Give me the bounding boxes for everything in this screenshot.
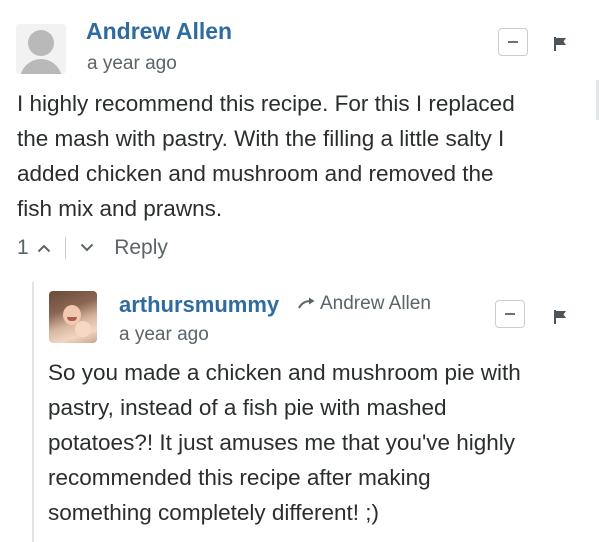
avatar-head-shape — [28, 30, 54, 56]
downvote-chevron-icon[interactable] — [78, 243, 96, 253]
collapse-button[interactable] — [498, 28, 528, 56]
flag-icon[interactable] — [552, 36, 568, 52]
comment-author[interactable]: Andrew Allen — [86, 18, 232, 45]
comment-timestamp[interactable]: a year ago — [87, 53, 177, 75]
avatar-body-shape — [20, 59, 62, 74]
comment-line: added chicken and mushroom and removed t… — [17, 161, 494, 186]
comment-line: potatoes?! It just amuses me that you've… — [48, 430, 516, 455]
comment-footer: 1 Reply — [17, 236, 168, 260]
comment-body: I highly recommend this recipe. For this… — [17, 86, 587, 226]
minus-icon — [505, 313, 515, 315]
comment-line: So you made a chicken and mushroom pie w… — [48, 360, 521, 385]
in-reply-to[interactable]: Andrew Allen — [298, 293, 431, 315]
reply-arrow-icon — [298, 297, 315, 309]
comment-line: the mash with pastry. With the filling a… — [17, 126, 505, 151]
comment-line: I highly recommend this recipe. For this… — [17, 91, 515, 116]
comment-line: fish mix and prawns. — [17, 196, 223, 221]
comment-line: something completely different! ;) — [48, 500, 379, 525]
reply-button[interactable]: Reply — [114, 236, 168, 260]
comment-body: So you made a chicken and mushroom pie w… — [48, 355, 593, 530]
comment-line: recommended this recipe after making — [48, 465, 431, 490]
comment-andrew-allen: Andrew Allen a year ago I highly recomme… — [0, 0, 599, 290]
avatar[interactable] — [49, 291, 97, 343]
collapse-button[interactable] — [495, 300, 525, 328]
comment-line: pastry, instead of a fish pie with mashe… — [48, 395, 447, 420]
reply-to-name[interactable]: Andrew Allen — [320, 293, 431, 315]
minus-icon — [508, 41, 518, 43]
comment-author[interactable]: arthursmummy — [119, 292, 279, 318]
vote-divider — [64, 237, 67, 259]
comment-timestamp[interactable]: a year ago — [119, 324, 209, 346]
upvote-chevron-icon[interactable] — [35, 243, 53, 253]
vote-count: 1 — [17, 236, 29, 259]
avatar[interactable] — [16, 24, 66, 74]
comment-arthursmummy: arthursmummy Andrew Allen a year ago So … — [0, 282, 599, 542]
avatar-face-shape — [75, 321, 91, 337]
flag-icon[interactable] — [552, 309, 568, 325]
